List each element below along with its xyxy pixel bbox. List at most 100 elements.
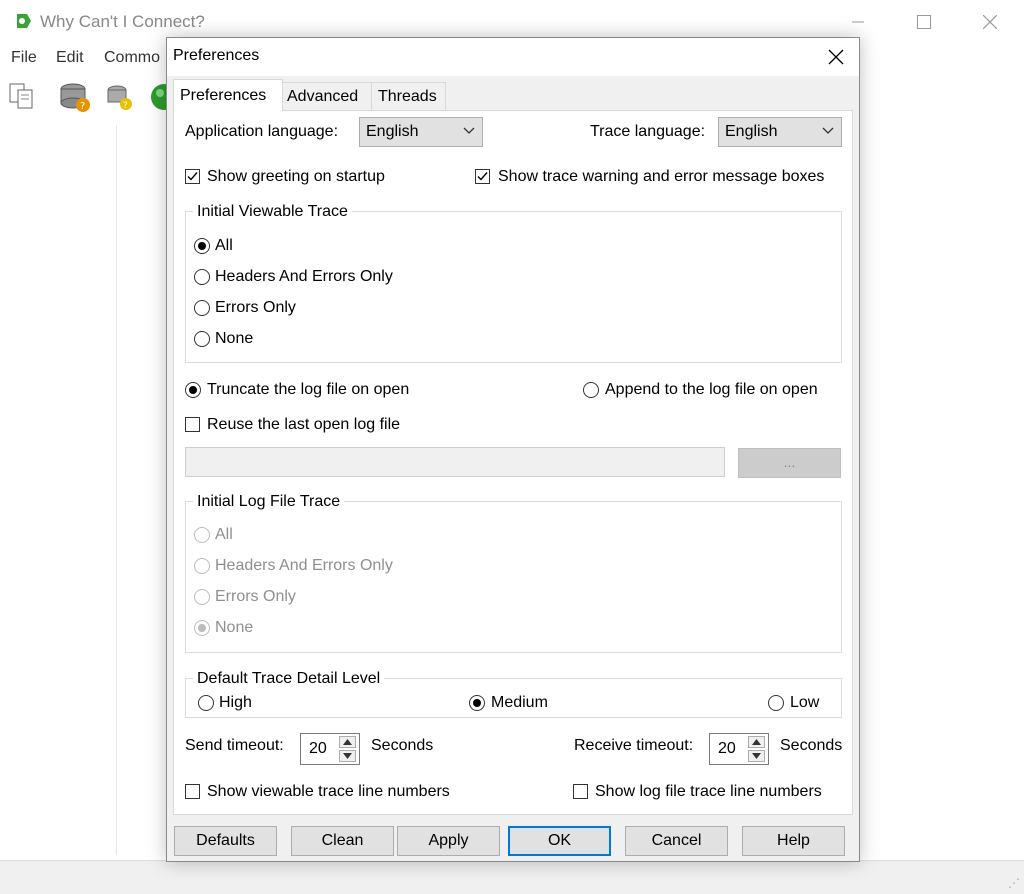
dialog-close-button[interactable] [813, 38, 859, 76]
database-help-icon[interactable]: ? [58, 80, 92, 114]
viewable-all-label[interactable]: All [215, 236, 233, 256]
close-icon [828, 49, 844, 65]
maximize-button[interactable] [901, 6, 947, 38]
tab-preferences[interactable]: Preferences [173, 79, 283, 111]
arrow-up-icon [752, 739, 761, 745]
append-log-radio[interactable] [583, 382, 599, 398]
main-window-title: Why Can't I Connect? [40, 12, 205, 31]
cancel-button[interactable]: Cancel [625, 826, 728, 856]
minimize-button[interactable] [835, 6, 881, 38]
detail-medium-radio[interactable] [469, 695, 485, 711]
trace-language-dropdown[interactable]: English [718, 117, 842, 147]
resize-grip-icon[interactable]: ⋰ [1008, 876, 1020, 890]
minimize-icon [852, 21, 864, 23]
checkmark-icon [187, 172, 198, 181]
arrow-down-icon [343, 753, 352, 759]
viewable-errors-only-label[interactable]: Errors Only [215, 298, 296, 318]
receive-timeout-unit: Seconds [780, 737, 843, 754]
receive-timeout-spinner[interactable]: 20 [709, 733, 769, 765]
log-headers-errors-label: Headers And Errors Only [215, 557, 393, 574]
copy-icon[interactable] [6, 80, 40, 114]
tab-threads[interactable]: Threads [371, 82, 446, 111]
show-viewable-line-numbers-label[interactable]: Show viewable trace line numbers [207, 782, 450, 802]
chevron-down-icon [463, 127, 475, 134]
svg-text:?: ? [80, 101, 85, 112]
preferences-dialog: Preferences Preferences Advanced Threads… [166, 37, 860, 862]
trace-language-value: English [725, 123, 778, 140]
send-timeout-down-button[interactable] [339, 750, 356, 762]
menu-edit[interactable]: Edit [56, 49, 84, 67]
app-language-value: English [366, 123, 419, 140]
status-bar: ⋰ [0, 860, 1024, 894]
log-none-radio [194, 620, 210, 636]
viewable-headers-errors-label[interactable]: Headers And Errors Only [215, 267, 393, 287]
detail-low-radio[interactable] [768, 695, 784, 711]
detail-low-label[interactable]: Low [790, 693, 819, 713]
log-all-radio [194, 527, 210, 543]
detail-level-group-title: Default Trace Detail Level [193, 669, 385, 689]
viewable-all-radio[interactable] [194, 238, 210, 254]
viewable-none-radio[interactable] [194, 331, 210, 347]
close-icon [983, 15, 997, 29]
receive-timeout-down-button[interactable] [748, 750, 765, 762]
log-all-label: All [215, 526, 233, 543]
show-trace-warning-checkbox[interactable] [475, 169, 490, 184]
viewable-headers-errors-radio[interactable] [194, 269, 210, 285]
maximize-icon [917, 15, 931, 29]
send-timeout-label: Send timeout: [185, 737, 284, 754]
ok-button[interactable]: OK [508, 826, 611, 856]
log-file-path-field [185, 447, 725, 477]
log-errors-only-radio [194, 589, 210, 605]
browse-button: ... [738, 448, 841, 478]
truncate-log-label[interactable]: Truncate the log file on open [207, 380, 409, 400]
preferences-tab-panel: Application language: English Trace lang… [173, 110, 853, 815]
svg-text:?: ? [123, 101, 128, 111]
send-timeout-up-button[interactable] [339, 736, 356, 748]
app-language-label: Application language: [185, 123, 339, 140]
help-button[interactable]: Help [742, 826, 845, 856]
truncate-log-radio[interactable] [185, 382, 201, 398]
app-logo-icon [17, 14, 31, 28]
show-trace-warning-label[interactable]: Show trace warning and error message box… [498, 167, 824, 187]
main-close-button[interactable] [967, 6, 1013, 38]
show-log-line-numbers-label[interactable]: Show log file trace line numbers [595, 782, 822, 802]
log-headers-errors-radio [194, 558, 210, 574]
append-log-label[interactable]: Append to the log file on open [605, 380, 818, 400]
detail-medium-label[interactable]: Medium [491, 693, 548, 713]
send-timeout-value[interactable]: 20 [309, 740, 327, 758]
tab-advanced[interactable]: Advanced [280, 82, 377, 111]
arrow-up-icon [343, 739, 352, 745]
send-timeout-unit: Seconds [371, 737, 434, 754]
reuse-log-label[interactable]: Reuse the last open log file [207, 415, 400, 435]
detail-high-label[interactable]: High [219, 693, 252, 713]
apply-button[interactable]: Apply [397, 826, 500, 856]
log-file-trace-group [185, 501, 842, 653]
viewable-errors-only-radio[interactable] [194, 300, 210, 316]
viewable-trace-group-title: Initial Viewable Trace [193, 202, 352, 222]
defaults-button[interactable]: Defaults [174, 826, 277, 856]
viewable-none-label[interactable]: None [215, 329, 253, 349]
show-greeting-checkbox[interactable] [185, 169, 200, 184]
show-viewable-line-numbers-checkbox[interactable] [185, 784, 200, 799]
receive-timeout-up-button[interactable] [748, 736, 765, 748]
detail-high-radio[interactable] [198, 695, 214, 711]
database-query-icon[interactable]: ? [104, 80, 138, 114]
app-language-dropdown[interactable]: English [359, 117, 483, 147]
log-errors-only-label: Errors Only [215, 588, 296, 605]
show-log-line-numbers-checkbox[interactable] [573, 784, 588, 799]
pane-divider[interactable] [116, 125, 117, 855]
menu-commands[interactable]: Commo [104, 49, 160, 67]
trace-language-label: Trace language: [590, 123, 706, 140]
viewable-trace-group [185, 211, 842, 363]
log-file-trace-group-title: Initial Log File Trace [193, 492, 345, 512]
reuse-log-checkbox[interactable] [185, 417, 200, 432]
dialog-title-bar [167, 38, 859, 76]
checkmark-icon [477, 172, 488, 181]
menu-file[interactable]: File [11, 49, 37, 67]
receive-timeout-label: Receive timeout: [574, 737, 694, 754]
arrow-down-icon [752, 753, 761, 759]
clean-button[interactable]: Clean [291, 826, 394, 856]
receive-timeout-value[interactable]: 20 [718, 740, 736, 758]
show-greeting-label[interactable]: Show greeting on startup [207, 167, 385, 187]
send-timeout-spinner[interactable]: 20 [300, 733, 360, 765]
